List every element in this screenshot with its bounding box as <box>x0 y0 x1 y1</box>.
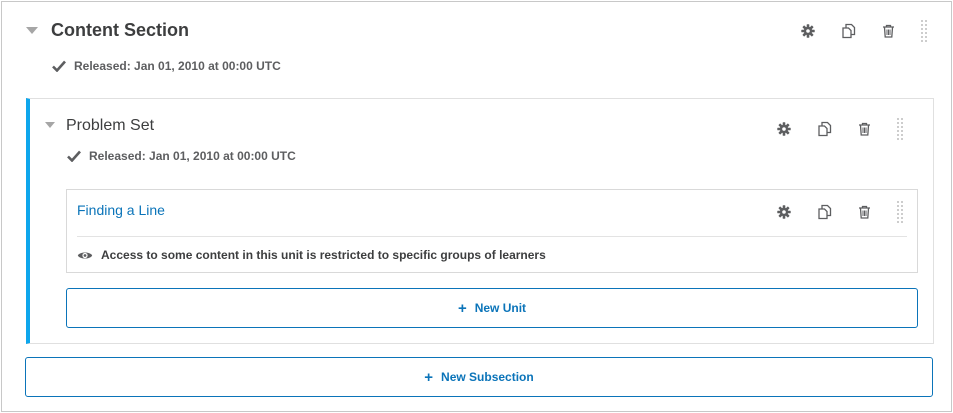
caret-down-icon[interactable] <box>45 122 55 128</box>
subsection-release-text: Released: Jan 01, 2010 at 00:00 UTC <box>89 149 296 163</box>
subsection-card: Problem Set Released: Jan 01, 2010 at 00… <box>26 98 934 344</box>
unit-duplicate-button[interactable] <box>814 202 834 222</box>
duplicate-icon <box>817 204 831 220</box>
trash-icon <box>858 205 870 219</box>
subsection-delete-button[interactable] <box>854 119 874 139</box>
duplicate-icon <box>817 121 831 137</box>
check-icon <box>67 150 81 162</box>
section-delete-button[interactable] <box>878 21 898 41</box>
eye-icon <box>77 252 93 258</box>
unit-card: Finding a Line Access to some content in… <box>66 189 918 273</box>
duplicate-icon <box>841 23 855 39</box>
gear-icon <box>777 122 791 136</box>
plus-icon: + <box>457 299 467 317</box>
subsection-release-status: Released: Jan 01, 2010 at 00:00 UTC <box>67 149 296 163</box>
subsection-duplicate-button[interactable] <box>814 119 834 139</box>
unit-delete-button[interactable] <box>854 202 874 222</box>
trash-icon <box>858 122 870 136</box>
drag-handle-icon[interactable] <box>920 19 928 43</box>
unit-title-link[interactable]: Finding a Line <box>77 202 165 218</box>
unit-restriction-notice: Access to some content in this unit is r… <box>77 248 546 262</box>
subsection-settings-button[interactable] <box>774 119 794 139</box>
section-release-text: Released: Jan 01, 2010 at 00:00 UTC <box>74 59 281 73</box>
new-subsection-label: New Subsection <box>441 370 534 384</box>
new-subsection-button[interactable]: + New Subsection <box>25 357 933 397</box>
section-title: Content Section <box>51 20 189 40</box>
unit-divider <box>77 236 907 237</box>
unit-settings-button[interactable] <box>774 202 794 222</box>
section-duplicate-button[interactable] <box>838 21 858 41</box>
section-release-status: Released: Jan 01, 2010 at 00:00 UTC <box>52 59 281 73</box>
subsection-actions <box>774 117 904 141</box>
new-unit-label: New Unit <box>474 301 527 315</box>
gear-icon <box>801 24 815 38</box>
subsection-title: Problem Set <box>66 117 155 134</box>
content-section: Content Section Released: Jan 01, 2010 a… <box>1 1 952 412</box>
drag-handle-icon[interactable] <box>896 117 904 141</box>
trash-icon <box>882 24 894 38</box>
drag-handle-icon[interactable] <box>896 200 904 224</box>
unit-restriction-text: Access to some content in this unit is r… <box>101 248 546 262</box>
gear-icon <box>777 205 791 219</box>
check-icon <box>52 60 66 72</box>
unit-actions <box>774 200 904 224</box>
new-unit-button[interactable]: + New Unit <box>66 288 918 328</box>
plus-icon: + <box>424 368 434 386</box>
section-settings-button[interactable] <box>798 21 818 41</box>
caret-down-icon[interactable] <box>26 27 38 34</box>
section-actions <box>798 19 928 43</box>
